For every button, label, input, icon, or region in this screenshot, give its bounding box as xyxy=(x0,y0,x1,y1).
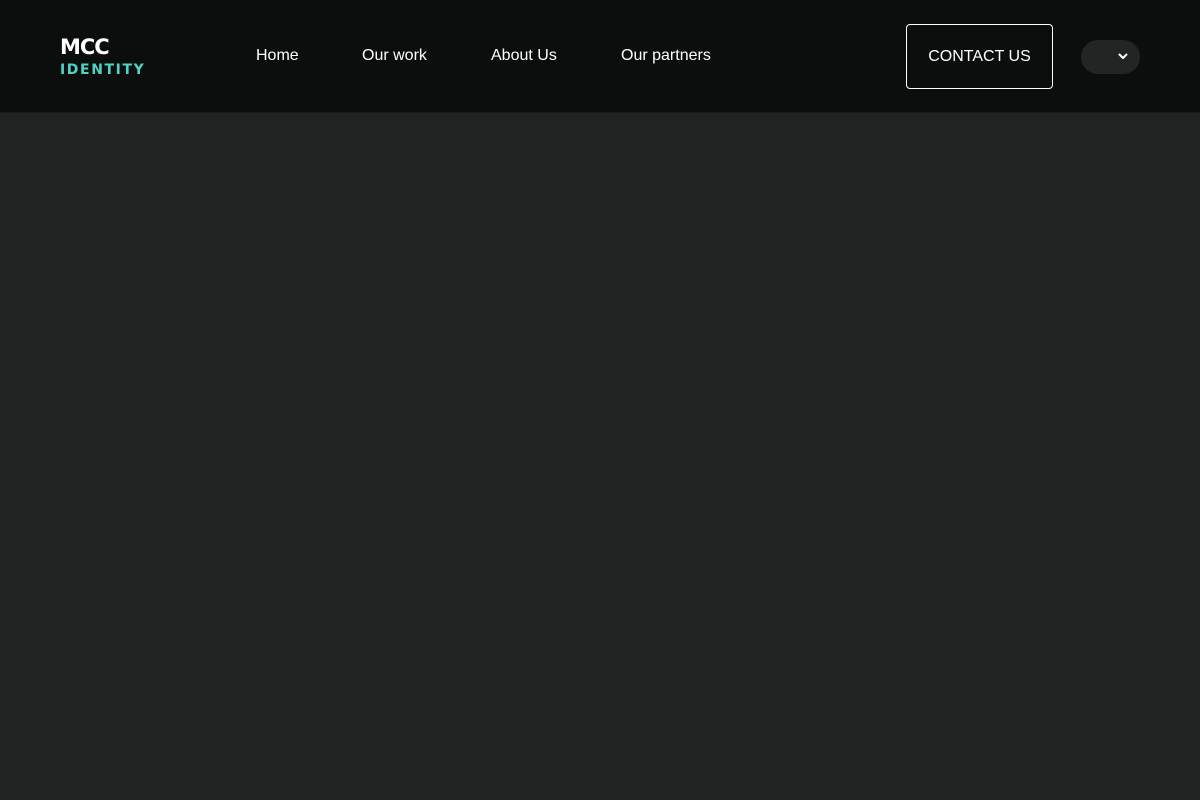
language-selector[interactable] xyxy=(1081,40,1140,74)
logo-wordmark-mcc: MCC xyxy=(60,35,110,59)
mcc-identity-logo[interactable]: MCC IDENTITY xyxy=(60,36,156,80)
nav-our-work[interactable]: Our work xyxy=(362,46,427,66)
hero-section xyxy=(0,113,1200,800)
logo-wordmark-identity: IDENTITY xyxy=(60,62,146,78)
nav-about-us[interactable]: About Us xyxy=(491,46,557,66)
contact-us-button[interactable]: CONTACT US xyxy=(906,24,1053,89)
site-header: MCC IDENTITY Home Our work About Us Our … xyxy=(0,0,1200,113)
nav-our-partners[interactable]: Our partners xyxy=(621,46,711,66)
chevron-down-icon xyxy=(1118,53,1128,59)
nav-home[interactable]: Home xyxy=(256,46,299,66)
